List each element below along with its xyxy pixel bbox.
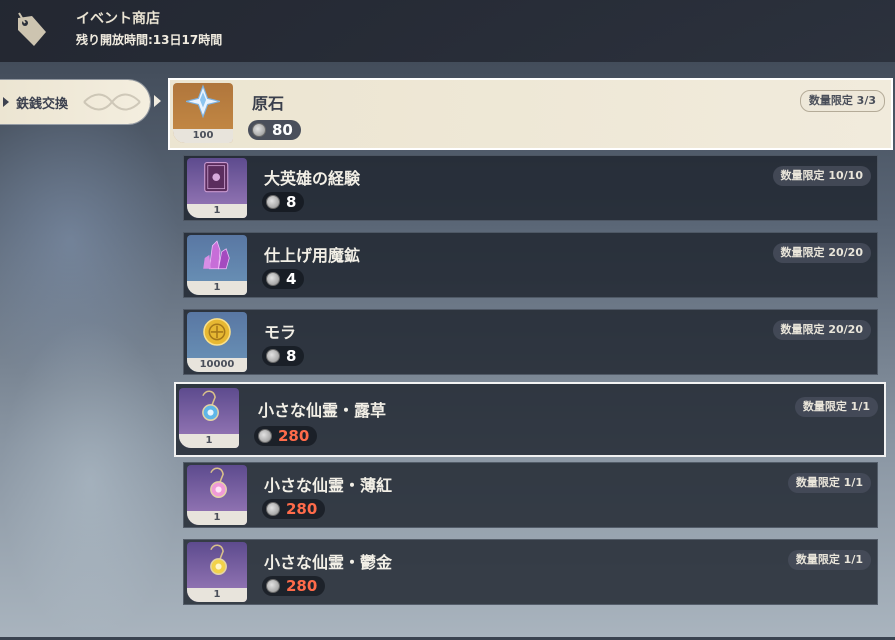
iron-coin-icon — [266, 272, 280, 286]
remaining-time: 残り開放時間:13日17時間 — [76, 33, 223, 47]
item-price: 8 — [262, 192, 305, 212]
item-quantity: 1 — [187, 511, 247, 525]
tab-pointer-icon — [154, 95, 161, 107]
purchase-limit-badge: 数量限定 3/3 — [799, 90, 885, 112]
iron-coin-icon — [266, 502, 280, 516]
iron-coin-icon — [266, 579, 280, 593]
iron-coin-icon — [258, 429, 272, 443]
seelie-gold-icon — [210, 544, 227, 575]
item-name: 小さな仙霊・露草 — [258, 401, 387, 420]
item-name: 大英雄の経験 — [264, 169, 361, 188]
tab-label: 鉄銭交換 — [16, 97, 69, 112]
seelie-blue-icon — [202, 390, 219, 421]
price-tag-icon — [18, 12, 46, 46]
shop-item-seelie-dayflower[interactable]: 1 小さな仙霊・露草 280 数量限定 1/1 — [174, 382, 886, 457]
item-thumbnail: 1 — [187, 465, 247, 525]
item-price: 280 — [262, 499, 326, 519]
mora-coin-icon — [203, 318, 231, 346]
tab-ornament-icon — [83, 93, 141, 111]
shop-item-heros-wit[interactable]: 1 大英雄の経験 8 数量限定 10/10 — [183, 155, 878, 221]
shop-item-mystic-ore[interactable]: 1 仕上げ用魔鉱 4 数量限定 20/20 — [183, 232, 878, 298]
purchase-limit-badge: 数量限定 20/20 — [772, 320, 871, 340]
item-quantity: 1 — [187, 281, 247, 295]
background-glow — [0, 320, 180, 640]
item-name: 小さな仙霊・鬱金 — [264, 553, 393, 572]
item-thumbnail: 1 — [179, 388, 239, 448]
item-thumbnail: 10000 — [187, 312, 247, 372]
item-thumbnail: 1 — [187, 158, 247, 218]
seelie-pink-icon — [210, 467, 227, 498]
item-quantity: 1 — [187, 204, 247, 218]
tab-iron-coin-exchange[interactable]: 鉄銭交換 — [0, 80, 150, 124]
iron-coin-icon — [252, 123, 266, 137]
purchase-limit-badge: 数量限定 20/20 — [772, 243, 871, 263]
item-quantity: 100 — [173, 129, 233, 143]
item-name: 小さな仙霊・薄紅 — [264, 476, 393, 495]
item-quantity: 1 — [179, 434, 239, 448]
item-quantity: 10000 — [187, 358, 247, 372]
item-price: 4 — [262, 269, 305, 289]
item-thumbnail: 1 — [187, 235, 247, 295]
hero-wit-book-icon — [204, 162, 229, 193]
item-thumbnail: 1 — [187, 542, 247, 602]
iron-coin-icon — [266, 195, 280, 209]
item-price: 80 — [248, 120, 301, 140]
purchase-limit-badge: 数量限定 1/1 — [794, 397, 878, 417]
item-name: 仕上げ用魔鉱 — [264, 246, 361, 265]
purchase-limit-badge: 数量限定 1/1 — [787, 473, 871, 493]
item-price: 280 — [262, 576, 326, 596]
item-price: 8 — [262, 346, 305, 366]
shop-item-primogem[interactable]: 100 原石 80 数量限定 3/3 — [168, 78, 893, 150]
tab-selected-marker — [3, 97, 9, 107]
item-thumbnail: 100 — [173, 83, 233, 143]
mystic-ore-icon — [203, 240, 230, 270]
item-quantity: 1 — [187, 588, 247, 602]
item-price: 280 — [254, 426, 318, 446]
purchase-limit-badge: 数量限定 1/1 — [787, 550, 871, 570]
shop-item-seelie-curcuma[interactable]: 1 小さな仙霊・鬱金 280 数量限定 1/1 — [183, 539, 878, 605]
item-name: モラ — [264, 323, 297, 342]
purchase-limit-badge: 数量限定 10/10 — [772, 166, 871, 186]
shop-header: イベント商店 残り開放時間:13日17時間 — [0, 0, 895, 62]
primogem-icon — [185, 84, 221, 119]
iron-coin-icon — [266, 349, 280, 363]
shop-item-mora[interactable]: 10000 モラ 8 数量限定 20/20 — [183, 309, 878, 375]
item-name: 原石 — [252, 94, 285, 113]
shop-item-seelie-rose[interactable]: 1 小さな仙霊・薄紅 280 数量限定 1/1 — [183, 462, 878, 528]
shop-title: イベント商店 — [76, 11, 160, 27]
